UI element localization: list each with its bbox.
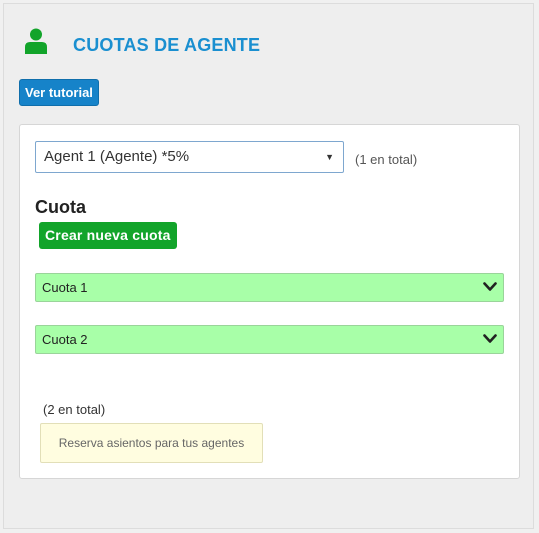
section-title: Cuota: [35, 197, 86, 217]
agent-select-value: Agent 1 (Agente) *5%: [44, 148, 190, 165]
tutorial-button[interactable]: Ver tutorial: [19, 79, 99, 106]
chevron-down-icon: [483, 334, 497, 343]
quota-row[interactable]: Cuota 2: [35, 325, 504, 354]
chevron-down-icon: [483, 282, 497, 291]
caret-down-icon: ▼: [325, 152, 334, 162]
create-quota-button[interactable]: Crear nueva cuota: [39, 222, 177, 249]
quota-total: (2 en total): [43, 402, 106, 417]
agent-total: (1 en total): [355, 152, 418, 167]
user-icon: [25, 28, 47, 54]
quota-row[interactable]: Cuota 1: [35, 273, 504, 302]
info-note: Reserva asientos para tus agentes: [40, 423, 263, 463]
quota-label: Cuota 2: [42, 332, 88, 347]
quota-panel: Agent 1 (Agente) *5% ▼ (1 en total) Cuot…: [19, 124, 520, 479]
quota-label: Cuota 1: [42, 280, 88, 295]
page-title: CUOTAS DE AGENTE: [73, 35, 261, 55]
agent-select[interactable]: Agent 1 (Agente) *5% ▼: [35, 141, 344, 173]
